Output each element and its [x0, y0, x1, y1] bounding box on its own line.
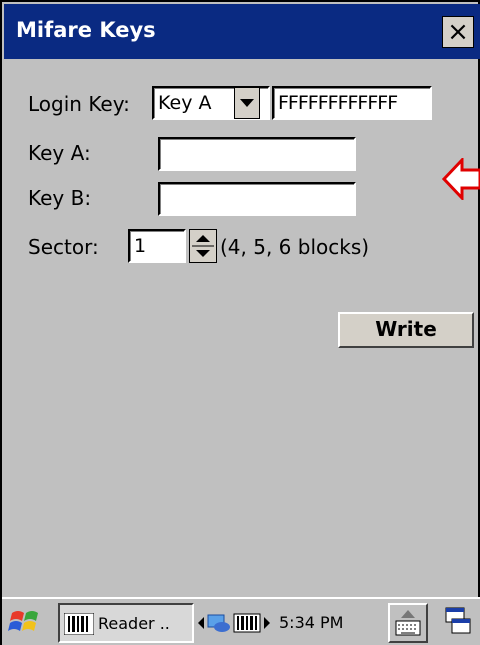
sector-label: Sector:: [28, 235, 99, 259]
dropdown-arrow-icon: [240, 99, 254, 107]
close-icon: ×: [447, 17, 469, 47]
title-bar: Mifare Keys ×: [4, 4, 480, 59]
key-a-label: Key A:: [28, 141, 91, 165]
sector-input-value: 1: [134, 235, 147, 257]
sector-spinner[interactable]: [189, 229, 217, 263]
tray-icons: [198, 611, 272, 635]
sector-input[interactable]: 1: [128, 229, 186, 263]
login-key-input[interactable]: FFFFFFFFFFFF: [272, 86, 432, 120]
close-button[interactable]: ×: [442, 16, 474, 48]
window-title: Mifare Keys: [16, 18, 156, 42]
taskbar-reader-button[interactable]: Reader ..: [58, 603, 194, 643]
login-key-dropdown-button[interactable]: [234, 87, 260, 119]
app-window: Mifare Keys × Login Key: Key A FFFFFFFFF…: [0, 0, 480, 645]
sector-note: (4, 5, 6 blocks): [220, 235, 370, 259]
desktop-button[interactable]: [442, 605, 478, 641]
clock[interactable]: 5:34 PM: [279, 613, 343, 632]
start-button[interactable]: [8, 605, 44, 641]
spin-down-icon: [196, 250, 210, 257]
key-b-label: Key B:: [28, 186, 92, 210]
barcode-icon: [64, 613, 94, 635]
tray-left-arrow-icon[interactable]: [198, 617, 204, 629]
spin-up-icon: [196, 235, 210, 242]
tray-right-arrow-icon[interactable]: [264, 617, 270, 629]
login-key-label: Login Key:: [28, 92, 130, 116]
key-a-input[interactable]: [158, 137, 356, 171]
tray-barcode-icon[interactable]: [233, 613, 261, 633]
taskbar-reader-label: Reader ..: [98, 614, 170, 633]
tray-glyphs: [198, 613, 270, 633]
login-key-input-value: FFFFFFFFFFFF: [278, 92, 398, 114]
desktop-icon: [445, 607, 471, 634]
red-arrow-icon: [442, 158, 480, 200]
network-icon[interactable]: [207, 614, 230, 632]
key-b-input[interactable]: [158, 182, 356, 216]
write-button[interactable]: Write: [338, 312, 474, 348]
taskbar: Reader .. 5:34 PM: [2, 597, 480, 645]
keyboard-icon: [395, 610, 421, 636]
keyboard-button[interactable]: [388, 603, 428, 643]
login-key-type-value: Key A: [158, 92, 212, 114]
windows-start-icon: [8, 611, 38, 631]
spinner-glyphs: [192, 235, 214, 257]
